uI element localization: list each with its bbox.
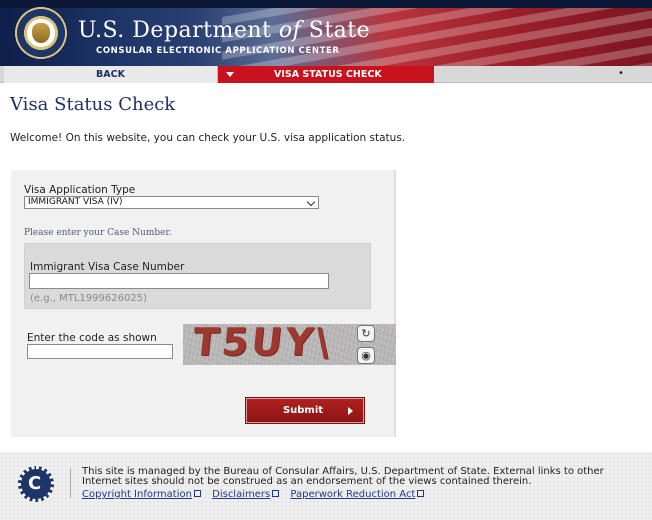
paperwork-reduction-link-label: Paperwork Reduction Act bbox=[290, 489, 416, 500]
arrow-right-icon bbox=[348, 407, 353, 415]
visa-type-label: Visa Application Type bbox=[24, 184, 136, 196]
refresh-icon[interactable]: ↻ bbox=[357, 325, 375, 342]
site-title-suffix: State bbox=[301, 18, 371, 43]
visa-type-select[interactable]: IMMIGRANT VISA (IV) bbox=[24, 196, 319, 209]
footer-divider bbox=[70, 468, 71, 498]
site-title-of: of bbox=[278, 18, 302, 43]
department-seal-icon bbox=[14, 6, 68, 60]
footer-disclaimer: This site is managed by the Bureau of Co… bbox=[82, 466, 604, 487]
disclaimers-link-label: Disclaimers bbox=[212, 489, 271, 500]
chevron-down-icon bbox=[306, 197, 316, 207]
consular-affairs-logo: C bbox=[18, 466, 54, 502]
footer-links: Copyright Information Disclaimers Paperw… bbox=[82, 489, 432, 500]
caret-down-icon bbox=[226, 72, 234, 77]
nav-dot: • bbox=[618, 68, 624, 79]
tab-visa-status-check-label: VISA STATUS CHECK bbox=[274, 69, 382, 80]
tab-visa-status-check[interactable]: VISA STATUS CHECK bbox=[218, 66, 434, 83]
case-number-label: Immigrant Visa Case Number bbox=[30, 261, 185, 273]
captcha-text: T5UY\ bbox=[190, 324, 335, 364]
page-title: Visa Status Check bbox=[10, 94, 176, 115]
copyright-link-label: Copyright Information bbox=[82, 489, 192, 500]
site-title-prefix: U.S. Department bbox=[78, 18, 279, 43]
case-number-example: (e.g., MTL1999626025) bbox=[30, 293, 147, 304]
submit-button[interactable]: Submit bbox=[245, 397, 365, 424]
disclaimers-link[interactable]: Disclaimers bbox=[212, 489, 280, 500]
copyright-link[interactable]: Copyright Information bbox=[82, 489, 201, 500]
submit-label: Submit bbox=[282, 405, 324, 416]
external-link-icon bbox=[193, 490, 201, 497]
header-topbar bbox=[0, 0, 652, 8]
welcome-text: Welcome! On this website, you can check … bbox=[10, 132, 406, 144]
header-banner: U.S. Department of State CONSULAR ELECTR… bbox=[0, 0, 652, 66]
audio-icon[interactable]: ◉ bbox=[357, 347, 375, 364]
back-button[interactable]: BACK bbox=[4, 66, 218, 83]
case-number-hint: Please enter your Case Number. bbox=[24, 228, 172, 238]
nav-bar: BACK VISA STATUS CHECK • bbox=[0, 66, 652, 83]
external-link-icon bbox=[417, 490, 425, 497]
eagle-icon bbox=[32, 23, 50, 43]
external-link-icon bbox=[272, 490, 280, 497]
site-title: U.S. Department of State bbox=[78, 18, 370, 43]
case-number-input[interactable] bbox=[29, 273, 329, 289]
captcha-code-label: Enter the code as shown bbox=[27, 332, 157, 344]
site-subtitle: CONSULAR ELECTRONIC APPLICATION CENTER bbox=[96, 46, 340, 56]
paperwork-reduction-link[interactable]: Paperwork Reduction Act bbox=[290, 489, 425, 500]
visa-type-value: IMMIGRANT VISA (IV) bbox=[28, 197, 123, 207]
captcha-code-input[interactable] bbox=[27, 344, 173, 359]
